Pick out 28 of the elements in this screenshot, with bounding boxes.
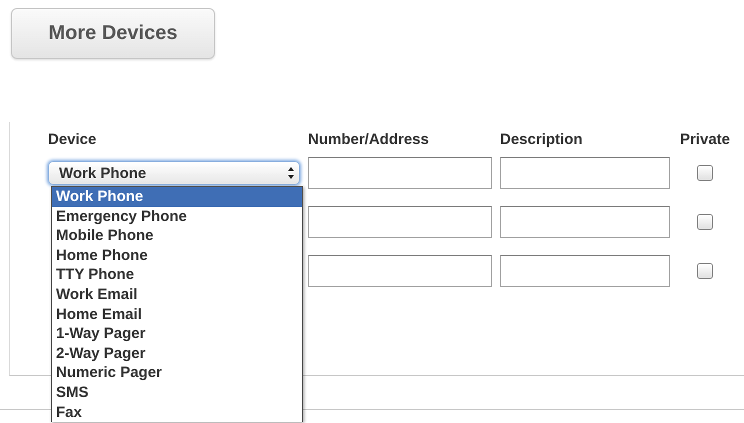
column-header: Description bbox=[500, 130, 584, 150]
dropdown-option[interactable]: TTY Phone bbox=[52, 265, 302, 285]
description-field[interactable] bbox=[500, 157, 670, 189]
dropdown-option[interactable]: SMS bbox=[52, 382, 302, 403]
dropdown-option[interactable]: Home Email bbox=[52, 304, 302, 324]
column-header: Private bbox=[678, 130, 732, 150]
private-checkbox[interactable] bbox=[697, 165, 713, 181]
number-field[interactable] bbox=[308, 206, 492, 238]
dropdown-option[interactable]: Numeric Pager bbox=[52, 363, 302, 383]
number-field[interactable] bbox=[308, 255, 492, 287]
column-header: Device bbox=[48, 130, 98, 150]
dropdown-option[interactable]: Work Email bbox=[52, 284, 302, 305]
more-devices-button[interactable]: More Devices bbox=[11, 8, 215, 59]
private-checkbox[interactable] bbox=[697, 214, 713, 230]
private-checkbox[interactable] bbox=[697, 263, 713, 279]
dropdown-option[interactable]: Fax bbox=[52, 402, 302, 422]
stepper-icon bbox=[287, 166, 295, 180]
description-field[interactable] bbox=[500, 206, 670, 238]
dropdown-option[interactable]: Home Phone bbox=[52, 246, 302, 266]
number-field[interactable] bbox=[308, 157, 492, 189]
column-header: Number/Address bbox=[308, 130, 430, 150]
device-select[interactable]: Work Phone bbox=[48, 161, 300, 185]
description-field[interactable] bbox=[500, 255, 670, 287]
dropdown-option[interactable]: 1-Way Pager bbox=[52, 324, 302, 344]
dropdown-option[interactable]: Emergency Phone bbox=[52, 206, 302, 226]
dropdown-option[interactable]: Mobile Phone bbox=[52, 226, 302, 246]
dropdown-option[interactable]: 2-Way Pager bbox=[52, 344, 302, 364]
dropdown-option[interactable]: Work Phone bbox=[52, 187, 302, 207]
